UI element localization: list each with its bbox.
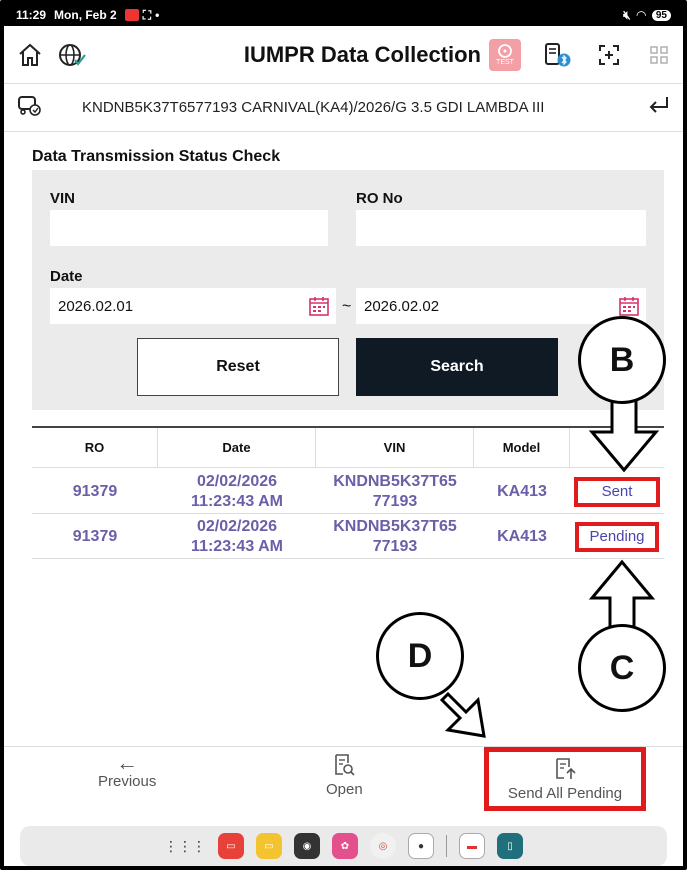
arrow-d	[439, 691, 486, 738]
flower-app-icon[interactable]: ✿	[332, 833, 358, 859]
document-search-icon	[332, 753, 356, 781]
open-button[interactable]: Open	[326, 753, 363, 798]
arrow-b	[588, 398, 660, 473]
camera-app-icon[interactable]: ●	[408, 833, 434, 859]
chrome-app-icon[interactable]: ◎	[370, 833, 396, 859]
callout-c: C	[578, 624, 666, 712]
notes-app-icon[interactable]: ▭	[218, 833, 244, 859]
callout-b: B	[578, 316, 666, 404]
callout-d: D	[376, 612, 464, 700]
previous-label: Previous	[98, 773, 157, 790]
send-all-pending-button[interactable]: Send All Pending	[484, 747, 646, 811]
app-dock: ⋮⋮⋮ ▭ ▭ ◉ ✿ ◎ ● ▬ ▯	[20, 826, 667, 866]
document-upload-icon	[553, 757, 577, 785]
tool-app-icon[interactable]: ▬	[459, 833, 485, 859]
device-app-icon[interactable]: ▯	[497, 833, 523, 859]
arrow-c	[588, 559, 656, 630]
annotation-arrows	[439, 398, 660, 738]
apps-bundle-icon[interactable]: ◉	[294, 833, 320, 859]
folder-app-icon[interactable]: ▭	[256, 833, 282, 859]
dock-separator	[446, 835, 447, 857]
app-drawer-icon[interactable]: ⋮⋮⋮	[164, 838, 206, 855]
send-all-pending-label: Send All Pending	[507, 784, 623, 802]
open-label: Open	[326, 781, 363, 798]
previous-button[interactable]: ← Previous	[98, 750, 157, 791]
bottom-action-bar: ← Previous Open Send All Pending	[4, 746, 683, 818]
arrow-left-icon: ←	[116, 750, 139, 775]
